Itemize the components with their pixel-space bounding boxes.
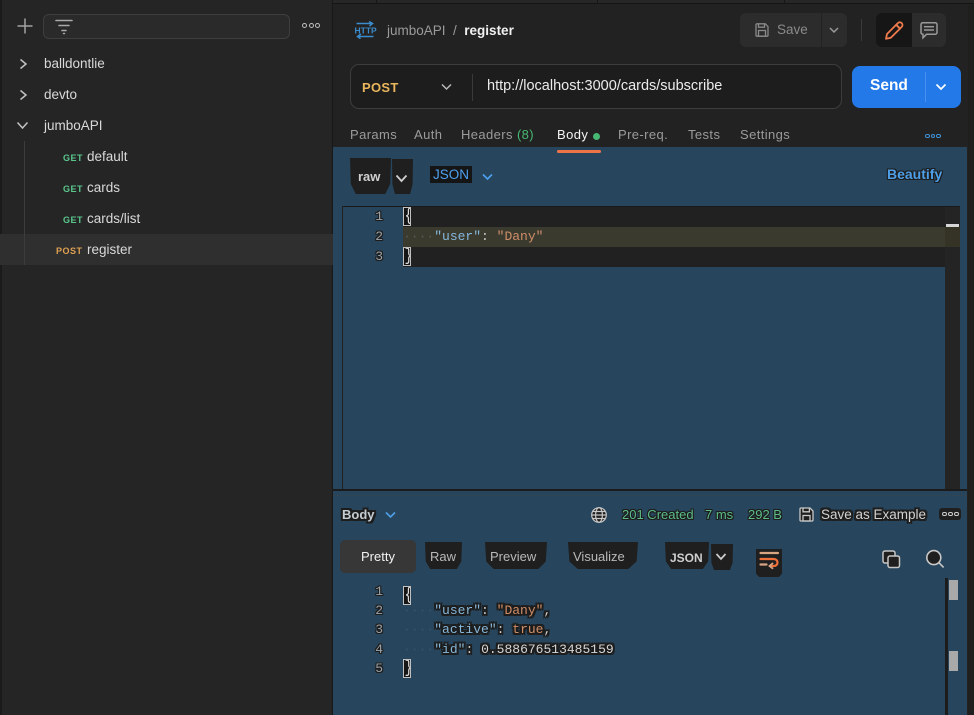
svg-text:HTTP: HTTP — [355, 26, 378, 36]
